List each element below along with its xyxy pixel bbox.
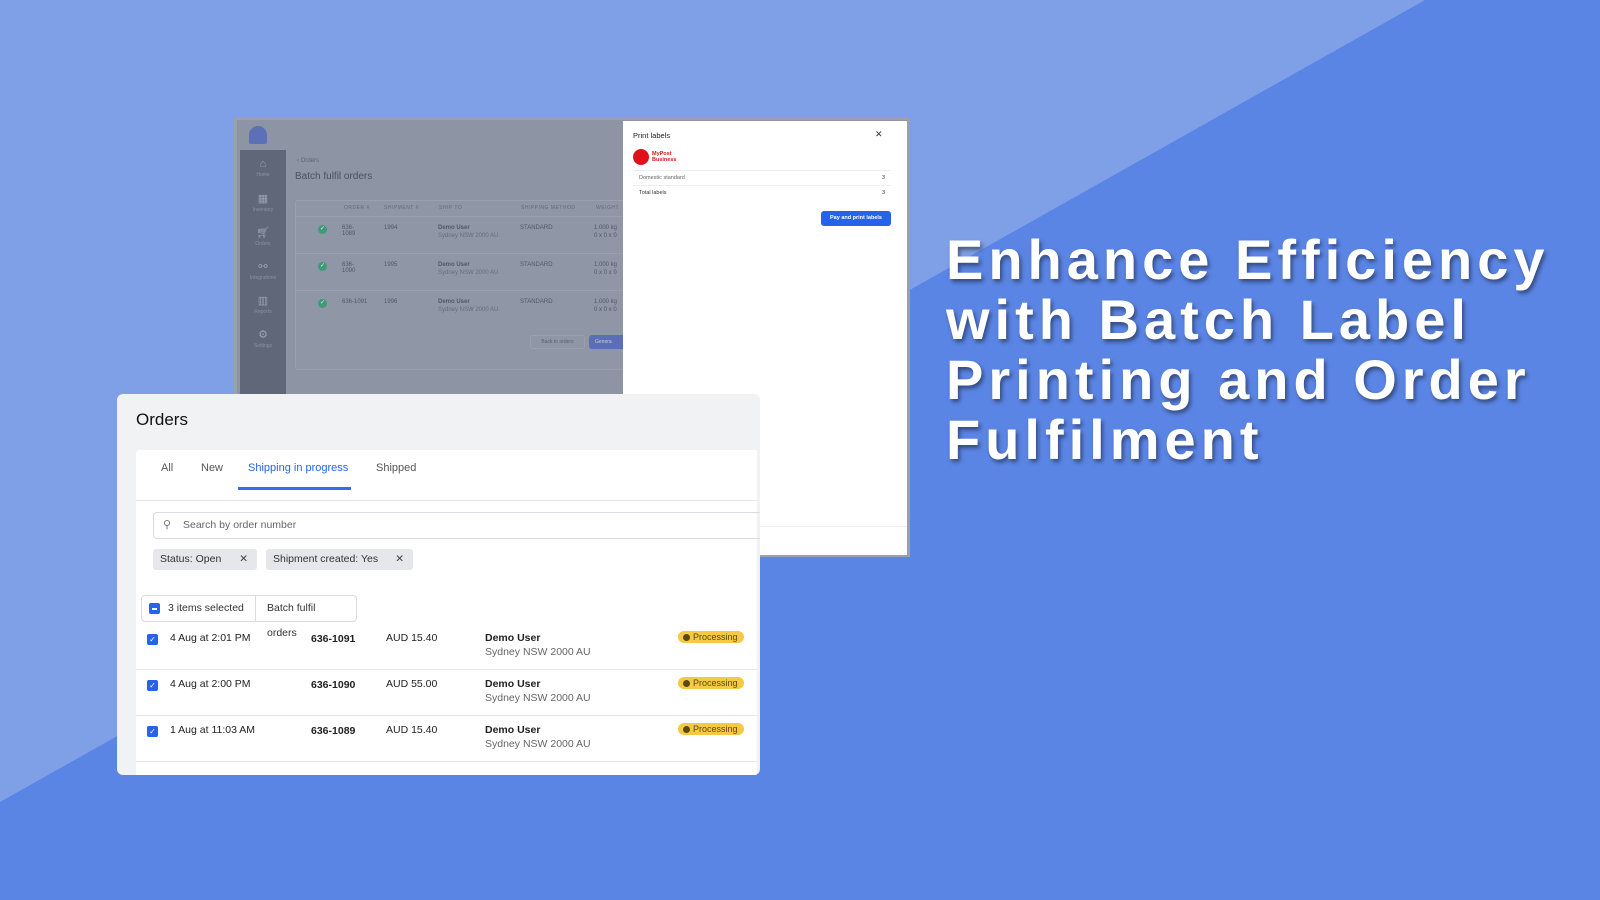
home-icon: ⌂ <box>259 158 267 170</box>
filter-chip-status: Status: Open ✕ <box>153 549 257 570</box>
batch-fulfil-button[interactable]: Batch fulfil orders <box>255 596 356 639</box>
breadcrumb[interactable]: ‹ Orders <box>297 158 319 164</box>
chart-icon: ▥ <box>257 295 269 307</box>
check-circle-icon: ✓ <box>318 225 327 234</box>
sidebar-item-reports[interactable]: ▥ Reports <box>240 294 286 315</box>
table-row[interactable]: ✓ 636-1090 1995 Demo User Sydney NSW 200… <box>296 253 634 290</box>
table-row[interactable]: ✓ 1 Aug at 11:03 AM 636-1089 AUD 15.40 D… <box>136 716 757 762</box>
modal-title: Print labels <box>633 131 671 140</box>
check-circle-icon: ✓ <box>318 262 327 271</box>
mypost-logo <box>633 149 649 165</box>
row-checkbox[interactable]: ✓ <box>147 726 158 737</box>
table-row[interactable]: ✓ 4 Aug at 2:01 PM 636-1091 AUD 15.40 De… <box>136 624 757 670</box>
close-icon[interactable]: ✕ <box>875 129 883 140</box>
tab-all[interactable]: All <box>161 462 173 474</box>
orders-panel: All New Shipping in progress Shipped ⚲ Se… <box>136 450 760 775</box>
app-logo <box>249 126 267 144</box>
sidebar-item-integrations[interactable]: ⚯ Integrations <box>240 260 286 281</box>
column-header: WEIGHT <box>596 205 619 211</box>
sidebar-item-settings[interactable]: ⚙ Settings <box>240 328 286 349</box>
processing-icon <box>683 634 690 641</box>
tab-shipped[interactable]: Shipped <box>376 462 416 474</box>
filter-chip-shipment: Shipment created: Yes ✕ <box>266 549 413 570</box>
mypost-logo-text: MyPost Business <box>652 151 677 163</box>
cart-icon: 🛒︎ <box>256 227 270 239</box>
sidebar-item-orders[interactable]: 🛒︎ Orders <box>240 226 286 247</box>
search-icon: ⚲ <box>163 519 172 531</box>
column-header: SHIPPING METHOD <box>521 205 576 211</box>
column-header: ORDER # <box>344 205 370 211</box>
close-icon[interactable]: ✕ <box>395 549 404 570</box>
page-title: Orders <box>136 410 188 429</box>
row-checkbox[interactable]: ✓ <box>147 680 158 691</box>
column-header: SHIPMENT # <box>384 205 419 211</box>
column-header: SHIP TO <box>439 205 463 211</box>
status-badge: Processing <box>678 677 744 689</box>
row-checkbox[interactable]: ✓ <box>147 634 158 645</box>
active-tab-indicator <box>238 487 351 490</box>
table-row[interactable]: ✓ 636-1089 1994 Demo User Sydney NSW 200… <box>296 216 634 253</box>
processing-icon <box>683 680 690 687</box>
status-badge: Processing <box>678 631 744 643</box>
table-row[interactable]: ✓ 4 Aug at 2:00 PM 636-1090 AUD 55.00 De… <box>136 670 757 716</box>
orders-card: Orders All New Shipping in progress Ship… <box>117 394 760 775</box>
close-icon[interactable]: ✕ <box>239 549 248 570</box>
headline: Enhance Efficiency with Batch Label Prin… <box>946 228 1550 471</box>
total-row: Total labels 3 <box>633 185 891 200</box>
tab-shipping-in-progress[interactable]: Shipping in progress <box>248 462 348 474</box>
sidebar-item-inventory[interactable]: ▦ Inventory <box>240 192 286 213</box>
table-row[interactable]: ✓ 636-1091 1996 Demo User Sydney NSW 200… <box>296 290 634 327</box>
sidebar-item-home[interactable]: ⌂ Home <box>240 158 286 178</box>
tab-new[interactable]: New <box>201 462 223 474</box>
back-to-orders-button[interactable]: Back to orders <box>530 335 585 349</box>
processing-icon <box>683 726 690 733</box>
gear-icon: ⚙ <box>258 329 268 341</box>
label-row: Domestic standard 3 <box>633 170 891 185</box>
inventory-icon: ▦ <box>257 193 269 205</box>
share-icon: ⚯ <box>258 261 268 273</box>
page-title: Batch fulfil orders <box>295 171 373 182</box>
select-all-checkbox[interactable] <box>149 603 160 614</box>
status-badge: Processing <box>678 723 744 735</box>
bulk-actions-bar: 3 items selected Batch fulfil orders <box>141 595 357 639</box>
search-input[interactable]: ⚲ Search by order number <box>153 512 760 539</box>
divider <box>136 500 757 501</box>
check-circle-icon: ✓ <box>318 299 327 308</box>
pay-and-print-button[interactable]: Pay and print labels <box>821 211 891 226</box>
